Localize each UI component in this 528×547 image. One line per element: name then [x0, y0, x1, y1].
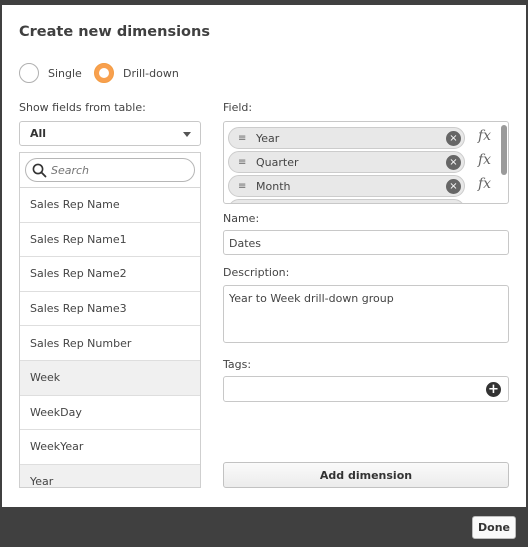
add-tag-icon[interactable]: +	[486, 382, 501, 397]
remove-icon[interactable]: ×	[446, 131, 461, 146]
dimension-field-name: Year	[256, 131, 280, 145]
radio-selected-dot	[99, 68, 109, 78]
radio-drill-down-label: Drill-down	[123, 66, 179, 80]
remove-icon[interactable]: ×	[446, 179, 461, 194]
dimension-field-row[interactable]: ≡ Year × fx	[228, 127, 498, 149]
table-label: Show fields from table:	[19, 101, 146, 114]
table-select-value: All	[30, 127, 47, 140]
radio-drill-down-circle[interactable]	[94, 63, 114, 83]
create-dimensions-dialog: Create new dimensions Single Drill-down …	[2, 5, 526, 507]
expression-fx-icon[interactable]: fx	[478, 128, 491, 144]
radio-single[interactable]: Single	[19, 63, 82, 83]
radio-drill-down[interactable]: Drill-down	[94, 63, 179, 83]
dimension-field-pill[interactable]: ≡ Month ×	[228, 175, 465, 197]
drag-handle-icon[interactable]: ≡	[238, 181, 256, 192]
search-icon	[32, 163, 47, 177]
expression-fx-icon[interactable]: fx	[478, 152, 491, 168]
drag-handle-icon[interactable]: ≡	[238, 133, 256, 144]
field-item-sales-rep-number[interactable]: Sales Rep Number	[20, 326, 200, 361]
dimension-field-name: Month	[256, 179, 291, 193]
field-item-sales-rep-name[interactable]: Sales Rep Name	[20, 188, 200, 223]
field-item-sales-rep-name2[interactable]: Sales Rep Name2	[20, 257, 200, 292]
expression-fx-icon[interactable]: fx	[478, 176, 491, 192]
drag-handle-icon[interactable]: ≡	[238, 157, 256, 168]
tags-input[interactable]: +	[223, 376, 509, 402]
field-item-sales-rep-name1[interactable]: Sales Rep Name1	[20, 223, 200, 258]
field-item-weekyear[interactable]: WeekYear	[20, 430, 200, 465]
table-select[interactable]: All	[19, 121, 201, 146]
dimension-field-row[interactable]: ≡ Quarter × fx	[228, 151, 498, 173]
chevron-down-icon	[183, 132, 191, 137]
radio-single-circle[interactable]	[19, 63, 39, 83]
add-dimension-button[interactable]: Add dimension	[223, 462, 509, 488]
dimension-field-row[interactable]: ≡ Month × fx	[228, 175, 498, 197]
search-row	[20, 153, 200, 188]
dimension-field-row-partial	[228, 199, 498, 203]
dimension-field-pill-partial	[228, 199, 465, 203]
field-item-weekday[interactable]: WeekDay	[20, 396, 200, 431]
field-item-year[interactable]: Year	[20, 464, 200, 487]
field-label: Field:	[223, 101, 253, 114]
name-input[interactable]: Dates	[223, 230, 509, 255]
dimension-field-name: Quarter	[256, 155, 299, 169]
description-textarea[interactable]: Year to Week drill-down group	[223, 285, 509, 343]
field-item-week[interactable]: Week	[20, 360, 200, 396]
dimension-field-pill[interactable]: ≡ Year ×	[228, 127, 465, 149]
dimension-field-list: ≡ Year × fx ≡ Quarter × fx ≡ Month × fx	[223, 121, 509, 204]
field-list[interactable]: Sales Rep Name Sales Rep Name1 Sales Rep…	[19, 152, 201, 488]
field-item-sales-rep-name3[interactable]: Sales Rep Name3	[20, 292, 200, 327]
dialog-title: Create new dimensions	[19, 24, 210, 40]
dimension-field-pill[interactable]: ≡ Quarter ×	[228, 151, 465, 173]
search-input[interactable]	[51, 163, 181, 177]
scrollbar[interactable]	[501, 125, 507, 175]
name-label: Name:	[223, 212, 260, 225]
done-button[interactable]: Done	[472, 516, 516, 539]
tags-label: Tags:	[223, 358, 252, 371]
search-box[interactable]	[25, 158, 195, 182]
description-label: Description:	[223, 266, 290, 279]
remove-icon[interactable]: ×	[446, 155, 461, 170]
radio-single-label: Single	[48, 66, 82, 80]
